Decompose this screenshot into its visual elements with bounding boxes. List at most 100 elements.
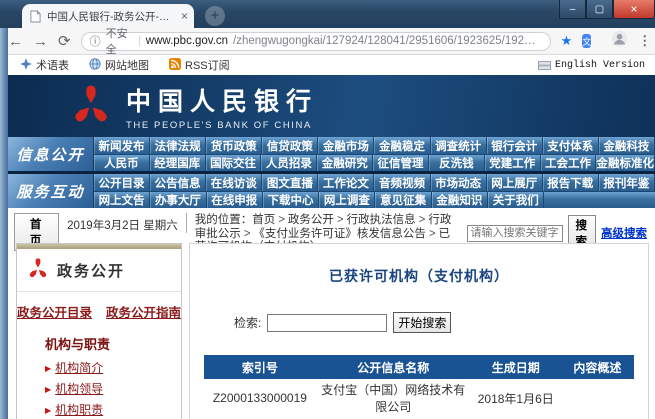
retrieve-label: 检索:: [234, 314, 261, 331]
main-navigation: 信息公开 新闻发布 法律法规 货币政策 信贷政策 金融市场 金融稳定 调查统计 …: [8, 137, 655, 208]
rss-link[interactable]: RSS订阅: [169, 57, 230, 73]
profile-avatar-icon[interactable]: [611, 30, 628, 52]
nav-item[interactable]: 市场动态: [431, 174, 487, 191]
start-search-button[interactable]: 开始搜索: [393, 312, 451, 333]
browser-menu-icon[interactable]: ⋮: [638, 33, 651, 49]
browser-window: 中国人民银行-政务公开-行政执法 × + – ▢ × ← → ⟳ ⓘ 不安全 |…: [0, 0, 655, 419]
nav-item[interactable]: 人民币: [94, 155, 150, 171]
table-header: 索引号 公开信息名称 生成日期 内容概述: [204, 355, 634, 379]
cell-index-no: Z2000133000019: [204, 391, 316, 405]
column-header-date: 生成日期: [471, 359, 561, 376]
tab-close-icon[interactable]: ×: [181, 9, 188, 23]
sidebar-item-duties[interactable]: ▶机构职责: [45, 400, 181, 419]
sidebar-item-intro[interactable]: ▶机构简介: [45, 358, 181, 379]
nav-item[interactable]: 征信管理: [373, 155, 429, 171]
page-favicon-icon: [30, 10, 41, 23]
url-path: /zhengwugongkai/127924/128041/2951606/19…: [233, 35, 542, 47]
nav-label-services[interactable]: 服务互动: [8, 174, 94, 208]
nav-item[interactable]: 工作论文: [318, 174, 374, 191]
column-header-summary: 内容概述: [561, 359, 634, 376]
window-maximize-button[interactable]: ▢: [586, 0, 613, 19]
nav-item[interactable]: 意见征集: [375, 192, 431, 208]
english-version-link[interactable]: English Version: [538, 60, 645, 71]
sidebar-link-guide[interactable]: 政务公开指南: [106, 302, 181, 321]
nav-item[interactable]: 调查统计: [431, 137, 487, 154]
nav-item[interactable]: 支付体系: [543, 137, 599, 154]
nav-item[interactable]: 公告信息: [150, 174, 206, 191]
retrieve-input[interactable]: [267, 314, 387, 332]
breadcrumb-separator-icon: >: [241, 228, 254, 240]
breadcrumb-bar: 首 页 2019年3月2日 星期六 我的位置：首页>政务公开>行政执法信息>行政…: [8, 208, 655, 240]
translate-icon[interactable]: 文: [582, 34, 591, 48]
browser-titlebar: 中国人民银行-政务公开-行政执法 × + – ▢ ×: [0, 0, 655, 28]
site-search-input[interactable]: [467, 225, 563, 242]
nav-item[interactable]: 新闻发布: [94, 137, 150, 154]
nav-item[interactable]: 办事大厅: [150, 192, 206, 208]
bookmark-star-icon[interactable]: ★: [561, 33, 573, 49]
nav-item[interactable]: 金融标准化: [596, 155, 655, 171]
new-tab-button[interactable]: +: [205, 6, 225, 26]
window-minimize-button[interactable]: –: [559, 0, 586, 19]
bank-name-cn: 中国人民银行: [126, 82, 318, 118]
url-divider: |: [138, 35, 141, 47]
nav-item[interactable]: 报刊年鉴: [599, 174, 655, 191]
nav-item[interactable]: 金融知识: [432, 192, 488, 208]
tab-title: 中国人民银行-政务公开-行政执法: [47, 9, 175, 24]
webpage: 术语表 网站地图 RSS订阅 English Version: [8, 55, 655, 419]
sidebar-link-directory[interactable]: 政务公开目录: [17, 302, 92, 321]
nav-item[interactable]: 网上展厅: [487, 174, 543, 191]
nav-item[interactable]: 金融研究: [317, 155, 373, 171]
advanced-search-link[interactable]: 高级搜索: [601, 225, 647, 241]
nav-item[interactable]: 反洗钱: [429, 155, 485, 171]
bullet-icon: ▶: [45, 379, 51, 400]
sidebar-item-leadership[interactable]: ▶机构领导: [45, 379, 181, 400]
breadcrumb-separator-icon: >: [426, 228, 439, 240]
glossary-link[interactable]: 术语表: [20, 57, 69, 73]
nav-item[interactable]: 法律法规: [150, 137, 206, 154]
breadcrumb-link[interactable]: 行政执法信息: [347, 214, 416, 226]
cell-date: 2018年1月6日: [471, 390, 561, 407]
nav-item[interactable]: 下载中心: [263, 192, 319, 208]
nav-item[interactable]: 公开目录: [94, 174, 150, 191]
nav-item[interactable]: 关于我们: [488, 192, 544, 208]
results-table: 索引号 公开信息名称 生成日期 内容概述 Z2000133000019 支付宝（…: [204, 355, 634, 419]
nav-label-information[interactable]: 信息公开: [8, 137, 94, 171]
pbc-logo-icon: [70, 83, 112, 130]
nav-item[interactable]: 经理国库: [150, 155, 206, 171]
compass-icon: [20, 58, 32, 73]
nav-item[interactable]: 工会工作: [541, 155, 597, 171]
nav-item[interactable]: 在线访谈: [206, 174, 262, 191]
back-icon[interactable]: ←: [8, 34, 23, 49]
reload-icon[interactable]: ⟳: [58, 34, 71, 49]
window-close-button[interactable]: ×: [613, 0, 655, 19]
nav-item[interactable]: 银行会计: [487, 137, 543, 154]
cell-company-name[interactable]: 支付宝（中国）网络技术有限公司: [316, 381, 471, 415]
nav-item[interactable]: 音频视频: [374, 174, 430, 191]
nav-item[interactable]: 货币政策: [206, 137, 262, 154]
breadcrumb-link[interactable]: 政务公开: [288, 214, 334, 226]
column-header-index: 索引号: [204, 359, 316, 376]
location-label: 我的位置：: [195, 214, 253, 226]
nav-item[interactable]: 信贷政策: [262, 137, 318, 154]
nav-item[interactable]: 党建工作: [485, 155, 541, 171]
nav-item[interactable]: 网上调查: [319, 192, 375, 208]
site-banner: 中国人民银行 THE PEOPLE'S BANK OF CHINA: [8, 75, 655, 137]
nav-item[interactable]: 金融市场: [318, 137, 374, 154]
nav-item[interactable]: 金融稳定: [374, 137, 430, 154]
nav-item[interactable]: 网上文告: [94, 192, 150, 208]
breadcrumb-link[interactable]: 首页: [252, 214, 275, 226]
nav-item[interactable]: 国际交往: [206, 155, 262, 171]
sitemap-link[interactable]: 网站地图: [89, 57, 149, 73]
forward-icon[interactable]: →: [33, 34, 48, 49]
info-icon[interactable]: ⓘ: [90, 33, 101, 49]
nav-item[interactable]: 在线申报: [207, 192, 263, 208]
url-bar[interactable]: ⓘ 不安全 | www.pbc.gov.cn/zhengwugongkai/12…: [81, 32, 551, 51]
nav-item[interactable]: 图文直播: [262, 174, 318, 191]
breadcrumb-link[interactable]: 《支付业务许可证》核发信息公告: [253, 228, 426, 240]
pbc-logo-small-icon: [27, 257, 49, 284]
nav-item[interactable]: 报告下载: [543, 174, 599, 191]
window-left-border: [0, 28, 8, 419]
nav-item[interactable]: 金融科技: [599, 137, 655, 154]
nav-item[interactable]: 人员招录: [261, 155, 317, 171]
english-flag-icon: [538, 61, 551, 70]
